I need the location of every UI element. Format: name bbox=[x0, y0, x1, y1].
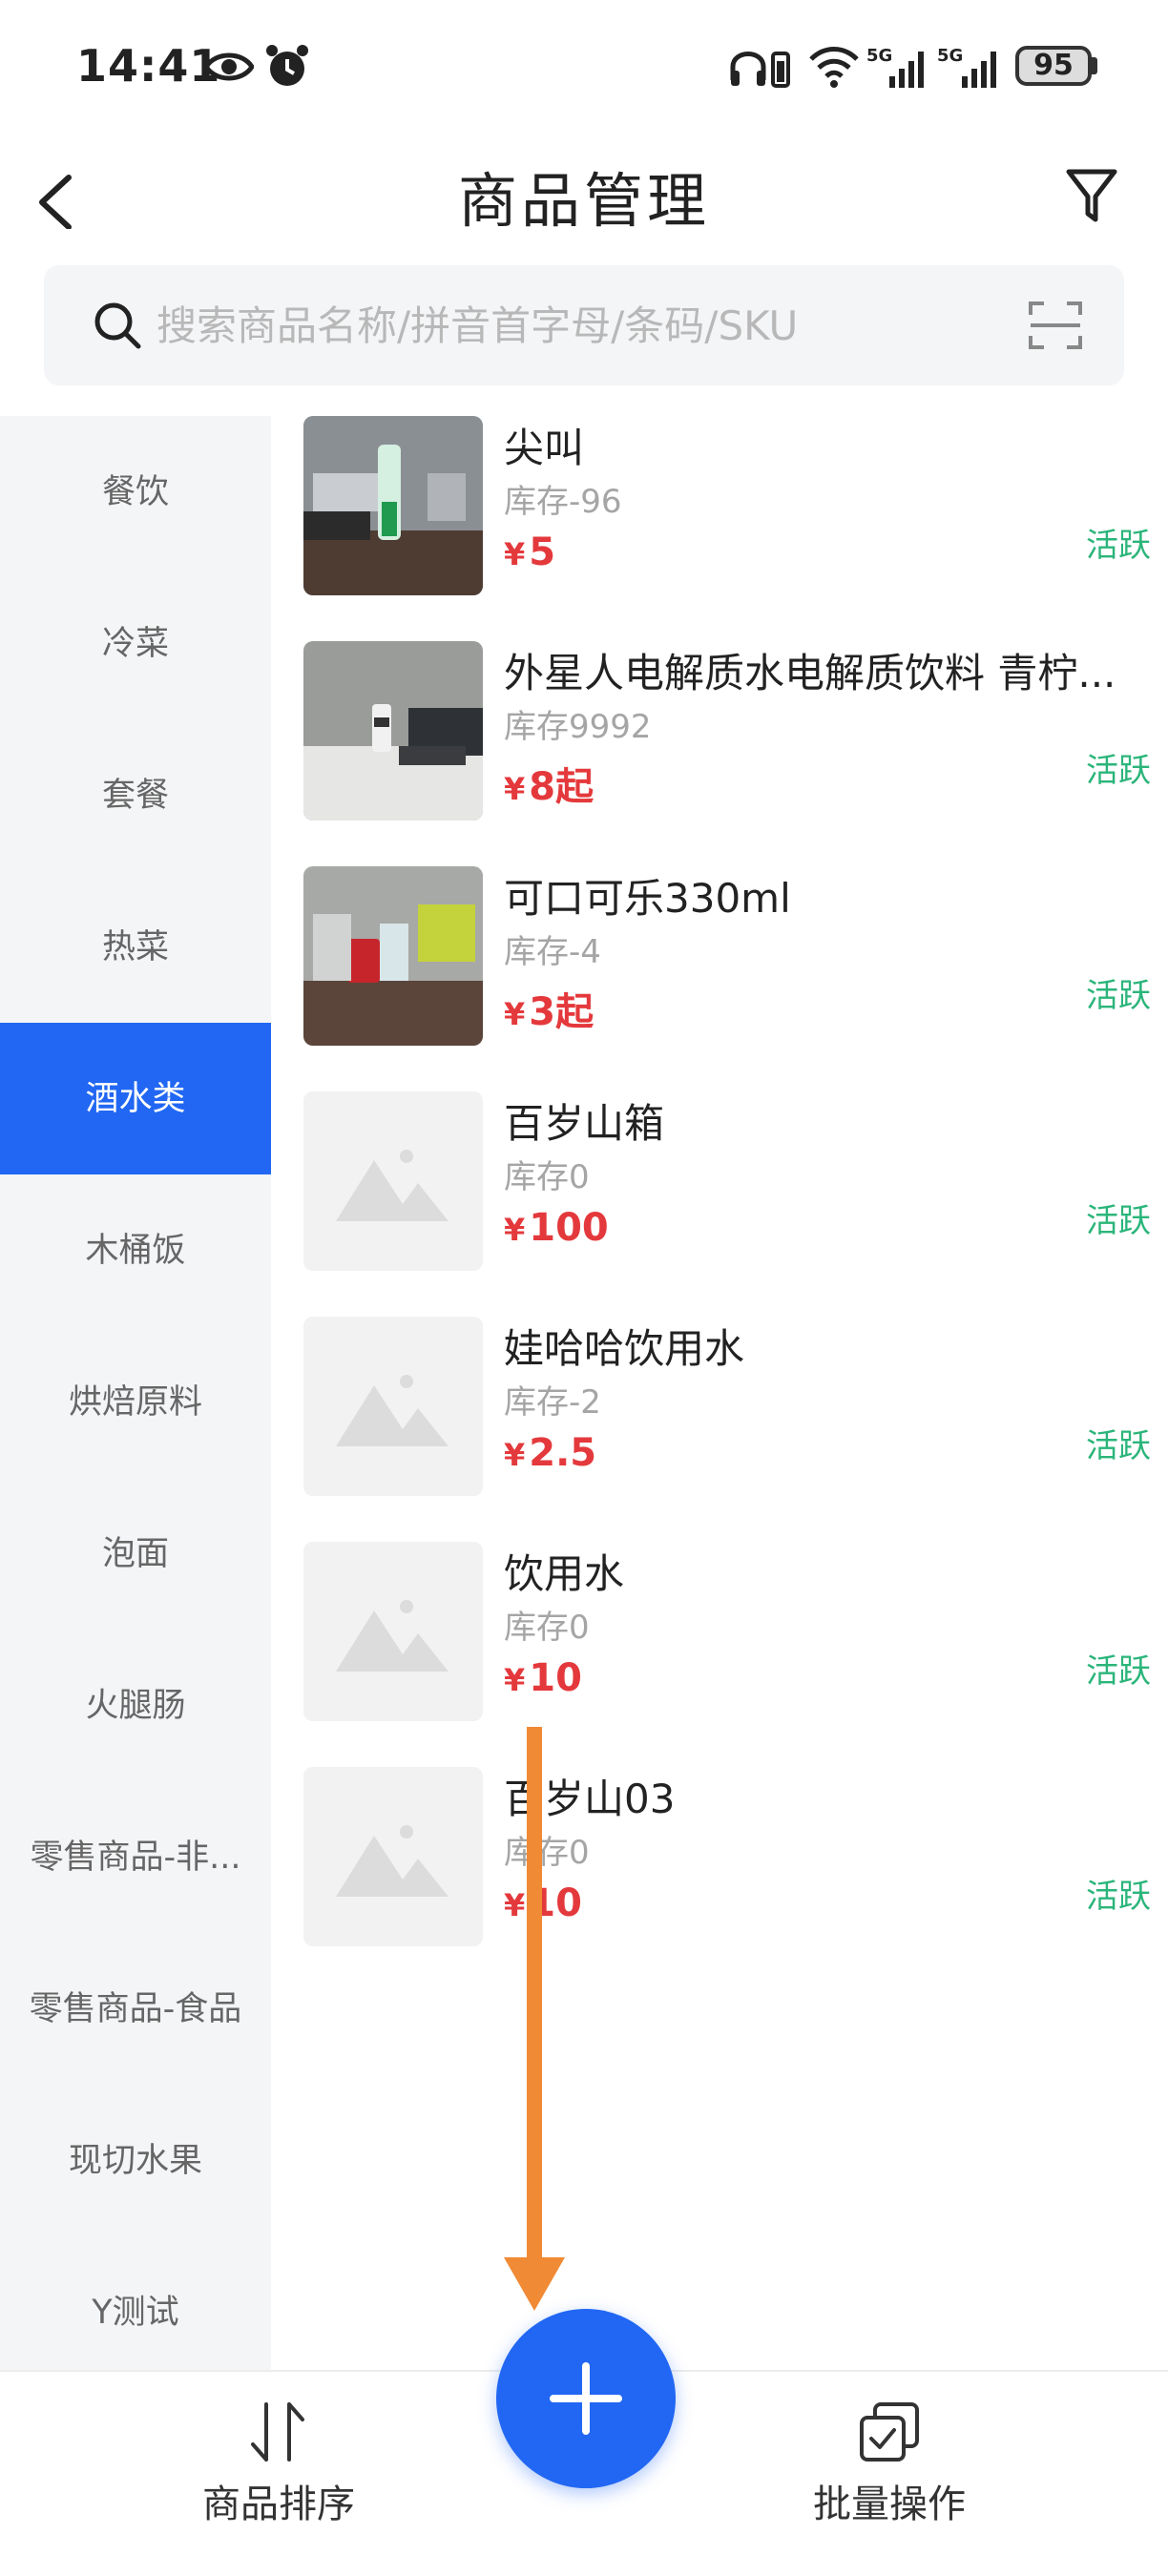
product-stock: 库存-2 bbox=[504, 1383, 601, 1422]
product-stock: 库存0 bbox=[504, 1158, 590, 1196]
status-bar: 14:41 5G 5G 95 bbox=[0, 0, 1168, 134]
eye-icon bbox=[204, 52, 254, 81]
product-name: 百岁山箱 bbox=[504, 1100, 665, 1147]
alarm-icon bbox=[266, 45, 308, 86]
sidebar-item-jiushui[interactable]: 酒水类 bbox=[0, 1023, 271, 1174]
sidebar-item-paomian[interactable]: 泡面 bbox=[0, 1478, 271, 1630]
plus-icon bbox=[550, 2362, 622, 2435]
product-price: ¥100 bbox=[504, 1206, 609, 1250]
category-sidebar: 餐饮 冷菜 套餐 热菜 酒水类 木桶饭 烘焙原料 泡面 火腿肠 零售商品-非..… bbox=[0, 416, 271, 2370]
sort-icon bbox=[251, 2402, 304, 2462]
price-value: 2.5 bbox=[529, 1431, 597, 1475]
annotation-arrow-icon bbox=[504, 1727, 565, 2311]
price-value: 100 bbox=[529, 1206, 609, 1250]
currency-symbol: ¥ bbox=[504, 996, 526, 1032]
sidebar-item-taocan[interactable]: 套餐 bbox=[0, 719, 271, 871]
product-name: 百岁山03 bbox=[504, 1776, 676, 1822]
status-badge: 活跃 bbox=[1086, 977, 1151, 1015]
battery-icon: 95 bbox=[1015, 46, 1092, 86]
wifi-icon bbox=[809, 47, 859, 88]
product-item[interactable]: 百岁山箱 库存0 ¥100 活跃 bbox=[303, 1091, 1151, 1273]
price-value: 10 bbox=[529, 1656, 582, 1700]
add-product-button[interactable] bbox=[496, 2309, 676, 2488]
sidebar-item-mutongfan[interactable]: 木桶饭 bbox=[0, 1174, 271, 1326]
page-title: 商品管理 bbox=[457, 166, 710, 236]
currency-symbol: ¥ bbox=[504, 771, 526, 807]
product-photo bbox=[303, 641, 483, 821]
search-bar[interactable] bbox=[44, 265, 1124, 385]
product-price: ¥5 bbox=[504, 530, 555, 574]
currency-symbol: ¥ bbox=[504, 1212, 526, 1248]
product-stock: 库存-96 bbox=[504, 483, 622, 521]
product-stock: 库存9992 bbox=[504, 708, 652, 746]
product-name: 娃哈哈饮用水 bbox=[504, 1325, 745, 1372]
filter-icon[interactable] bbox=[1063, 162, 1120, 229]
status-badge: 活跃 bbox=[1086, 1878, 1151, 1916]
status-badge: 活跃 bbox=[1086, 1652, 1151, 1691]
status-badge: 活跃 bbox=[1086, 1427, 1151, 1465]
product-price: ¥3起 bbox=[504, 981, 594, 1036]
product-stock: 库存-4 bbox=[504, 933, 601, 971]
product-name: 外星人电解质水电解质饮料 青柠... bbox=[504, 650, 1116, 696]
product-name: 饮用水 bbox=[504, 1550, 625, 1597]
sort-button[interactable]: 商品排序 bbox=[155, 2400, 403, 2528]
status-time: 14:41 bbox=[76, 40, 221, 92]
scan-icon[interactable] bbox=[1027, 298, 1084, 353]
signal-5g-icon: 5G bbox=[937, 46, 996, 88]
search-input[interactable] bbox=[156, 288, 1015, 363]
product-stock: 库存0 bbox=[504, 1609, 590, 1647]
signal-5g-icon: 5G bbox=[866, 46, 924, 88]
status-badge: 活跃 bbox=[1086, 527, 1151, 565]
status-badge: 活跃 bbox=[1086, 752, 1151, 790]
product-item[interactable]: 饮用水 库存0 ¥10 活跃 bbox=[303, 1542, 1151, 1723]
product-price: ¥8起 bbox=[504, 756, 594, 811]
product-price: ¥2.5 bbox=[504, 1431, 596, 1475]
header: 商品管理 bbox=[0, 134, 1168, 258]
product-name: 尖叫 bbox=[504, 425, 585, 471]
battery-tip bbox=[1092, 57, 1097, 74]
sidebar-item-lingshou-shipin[interactable]: 零售商品-食品 bbox=[0, 1933, 271, 2085]
price-value: 5 bbox=[529, 530, 556, 574]
sidebar-item-hongbei[interactable]: 烘焙原料 bbox=[0, 1326, 271, 1478]
search-icon bbox=[94, 302, 141, 349]
product-item[interactable]: 娃哈哈饮用水 库存-2 ¥2.5 活跃 bbox=[303, 1317, 1151, 1498]
price-value: 3起 bbox=[529, 990, 594, 1034]
sidebar-item-lengcai[interactable]: 冷菜 bbox=[0, 568, 271, 719]
product-item[interactable]: 外星人电解质水电解质饮料 青柠... 库存9992 ¥8起 活跃 bbox=[303, 641, 1151, 822]
product-item[interactable]: 百岁山03 库存0 ¥10 活跃 bbox=[303, 1767, 1151, 1948]
image-placeholder-icon bbox=[303, 1091, 483, 1271]
svg-text:5G: 5G bbox=[866, 46, 892, 66]
sort-label: 商品排序 bbox=[202, 2483, 355, 2526]
svg-text:5G: 5G bbox=[937, 46, 963, 66]
sidebar-item-xianqie[interactable]: 现切水果 bbox=[0, 2085, 271, 2236]
image-placeholder-icon bbox=[303, 1767, 483, 1946]
currency-symbol: ¥ bbox=[504, 1437, 526, 1473]
product-item[interactable]: 可口可乐330ml 库存-4 ¥3起 活跃 bbox=[303, 866, 1151, 1048]
sidebar-item-huotuichang[interactable]: 火腿肠 bbox=[0, 1630, 271, 1781]
batch-icon bbox=[860, 2402, 919, 2462]
product-photo bbox=[303, 416, 483, 595]
product-item[interactable]: 尖叫 库存-96 ¥5 活跃 bbox=[303, 416, 1151, 597]
currency-symbol: ¥ bbox=[504, 536, 526, 572]
image-placeholder-icon bbox=[303, 1542, 483, 1721]
product-photo bbox=[303, 866, 483, 1046]
sidebar-item-recai[interactable]: 热菜 bbox=[0, 871, 271, 1023]
sidebar-item-canyin[interactable]: 餐饮 bbox=[0, 416, 271, 568]
sidebar-item-lingshou-fei[interactable]: 零售商品-非... bbox=[0, 1781, 271, 1933]
currency-symbol: ¥ bbox=[504, 1662, 526, 1698]
batch-operation-button[interactable]: 批量操作 bbox=[765, 2400, 1013, 2528]
batch-label: 批量操作 bbox=[813, 2483, 966, 2526]
sidebar-item-yceshi[interactable]: Y测试 bbox=[0, 2236, 271, 2388]
image-placeholder-icon bbox=[303, 1317, 483, 1496]
product-price: ¥10 bbox=[504, 1656, 582, 1700]
price-value: 8起 bbox=[529, 765, 594, 809]
headphones-icon bbox=[730, 52, 790, 88]
status-badge: 活跃 bbox=[1086, 1202, 1151, 1240]
product-name: 可口可乐330ml bbox=[504, 875, 791, 922]
